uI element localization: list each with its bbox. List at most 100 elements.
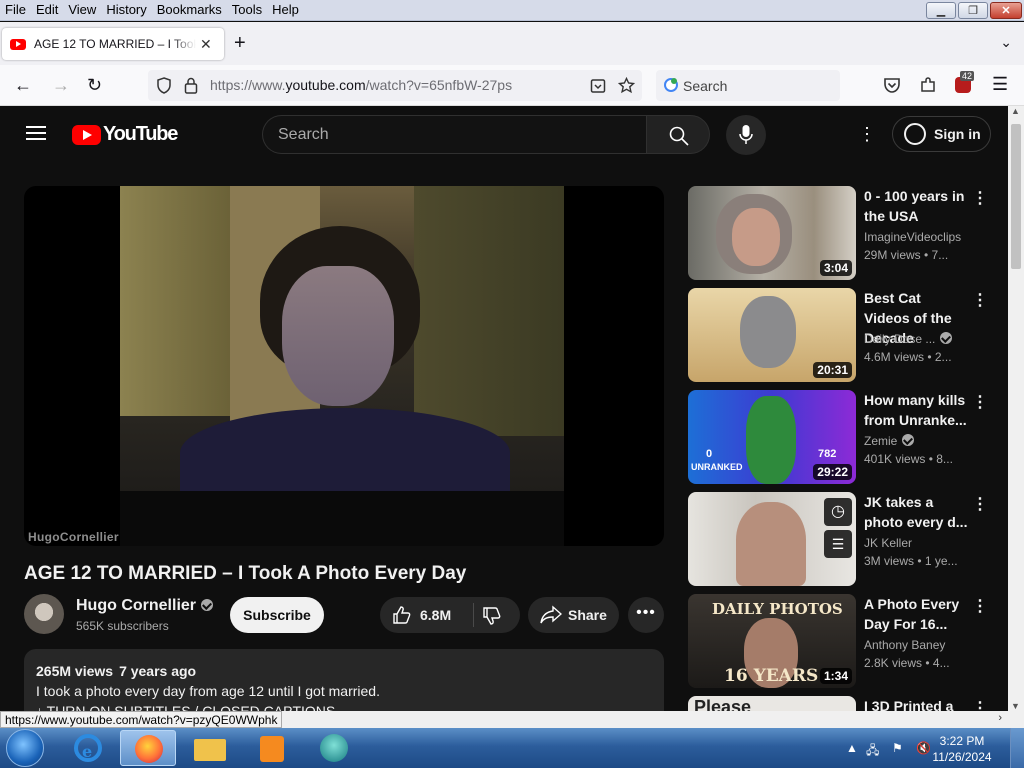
recommendation-item[interactable]: ◷ ☰ JK takes a photo every d... JK Kelle…: [688, 492, 993, 586]
video-thumbnail[interactable]: DAILY PHOTOS 16 YEARS 1:34: [688, 594, 856, 688]
video-thumbnail[interactable]: 3:04: [688, 186, 856, 280]
system-clock[interactable]: 3:22 PM 11/26/2024: [932, 733, 992, 765]
list-all-tabs-chevron-icon[interactable]: ⌄: [1000, 34, 1012, 51]
reader-view-icon[interactable]: [590, 78, 606, 94]
sign-in-button[interactable]: Sign in: [892, 116, 991, 152]
recommendation-item[interactable]: DAILY PHOTOS 16 YEARS 1:34 A Photo Every…: [688, 594, 993, 688]
minimize-button[interactable]: ▁: [926, 2, 956, 19]
recommendation-channel[interactable]: Anthony Baney: [864, 638, 945, 652]
video-thumbnail[interactable]: 0 UNRANKED 782 29:22: [688, 390, 856, 484]
firefox-window: File Edit View History Bookmarks Tools H…: [0, 0, 1024, 728]
scrollbar-thumb[interactable]: [1011, 124, 1021, 269]
reload-icon[interactable]: ↻: [87, 75, 102, 95]
menu-help[interactable]: Help: [267, 0, 304, 21]
recommendation-title[interactable]: I 3D Printed a: [864, 696, 968, 711]
youtube-search-button[interactable]: [646, 115, 710, 154]
tab-strip: AGE 12 TO MARRIED – I Took A Photo Every…: [0, 22, 1024, 65]
recommendation-title[interactable]: How many kills from Unranke...: [864, 390, 968, 430]
close-tab-icon[interactable]: ✕: [200, 36, 212, 53]
recommendation-item[interactable]: Please I 3D Printed a ⋮: [688, 696, 993, 711]
recommendation-kebab-icon[interactable]: ⋮: [972, 188, 988, 208]
close-window-button[interactable]: ✕: [990, 2, 1022, 19]
address-bar[interactable]: https://www.youtube.com/watch?v=65nfbW-2…: [148, 70, 642, 101]
like-count[interactable]: 6.8M: [420, 607, 451, 623]
recommendation-channel[interactable]: Zemie: [864, 434, 915, 448]
youtube-logo[interactable]: YouTube: [72, 123, 178, 146]
video-thumbnail[interactable]: Please: [688, 696, 856, 711]
maximize-button[interactable]: ❐: [958, 2, 988, 19]
recommendation-kebab-icon[interactable]: ⋮: [972, 494, 988, 514]
like-thumb-up-icon[interactable]: [392, 605, 412, 625]
back-arrow-icon[interactable]: ←: [14, 75, 32, 95]
show-desktop-button[interactable]: [1010, 728, 1024, 768]
recommendation-kebab-icon[interactable]: ⋮: [972, 698, 988, 711]
recommendation-kebab-icon[interactable]: ⋮: [972, 392, 988, 412]
search-bar-placeholder: Search: [683, 78, 728, 94]
add-to-queue-icon[interactable]: ☰: [824, 530, 852, 558]
horizontal-scrollbar[interactable]: ›: [280, 711, 1024, 728]
recommendation-item[interactable]: 20:31 Best Cat Videos of the Decade Dail…: [688, 288, 993, 382]
recommendation-channel[interactable]: Daily Dose ...: [864, 332, 953, 346]
bookmark-star-icon[interactable]: [618, 77, 635, 94]
recommendation-views: 401K views • 8...: [864, 452, 953, 466]
voice-search-button[interactable]: [726, 115, 766, 155]
menu-tools[interactable]: Tools: [227, 0, 267, 21]
menu-view[interactable]: View: [63, 0, 101, 21]
video-thumbnail[interactable]: ◷ ☰: [688, 492, 856, 586]
search-bar[interactable]: Search: [656, 70, 840, 101]
page-scrollbar[interactable]: ▲ ▼: [1008, 106, 1024, 711]
description-text: I took a photo every day from age 12 unt…: [36, 683, 380, 699]
app-taskbar-icon[interactable]: [306, 730, 362, 766]
recommendation-kebab-icon[interactable]: ⋮: [972, 290, 988, 310]
recommendation-item[interactable]: 0 UNRANKED 782 29:22 How many kills from…: [688, 390, 993, 484]
recommendation-channel[interactable]: JK Keller: [864, 536, 912, 550]
video-duration: 1:34: [819, 668, 852, 684]
app-menu-icon[interactable]: ☰: [992, 74, 1008, 94]
start-button[interactable]: [6, 729, 44, 767]
shield-icon[interactable]: [156, 77, 172, 94]
more-actions-icon[interactable]: •••: [628, 597, 664, 633]
extensions-puzzle-icon[interactable]: [919, 76, 937, 94]
video-player[interactable]: HugoCornellier: [24, 186, 664, 546]
show-hidden-icons-icon[interactable]: ▲: [846, 741, 858, 755]
firefox-taskbar-icon[interactable]: [120, 730, 176, 766]
channel-avatar[interactable]: [24, 594, 64, 634]
verified-badge-icon: [201, 599, 214, 611]
settings-kebab-icon[interactable]: ⋮: [858, 124, 876, 145]
file-explorer-taskbar-icon[interactable]: [182, 730, 238, 766]
recommendation-kebab-icon[interactable]: ⋮: [972, 596, 988, 616]
action-center-flag-icon[interactable]: ⚑: [892, 741, 903, 755]
menu-edit[interactable]: Edit: [31, 0, 63, 21]
video-watermark: HugoCornellier: [28, 530, 119, 544]
navigation-toolbar: ← → ↻ https://www.youtube.com/watch?v=65…: [0, 65, 1024, 106]
subscribe-button[interactable]: Subscribe: [230, 597, 324, 633]
pocket-icon[interactable]: [883, 77, 901, 94]
menu-history[interactable]: History: [101, 0, 151, 21]
recommendation-title[interactable]: 0 - 100 years in the USA: [864, 186, 968, 226]
description-box[interactable]: 265M views 7 years ago I took a photo eve…: [24, 649, 664, 711]
volume-muted-icon[interactable]: 🔇: [916, 741, 931, 755]
menu-file[interactable]: File: [0, 0, 31, 21]
video-thumbnail[interactable]: 20:31: [688, 288, 856, 382]
watch-later-clock-icon[interactable]: ◷: [824, 498, 852, 526]
menu-bar: File Edit View History Bookmarks Tools H…: [0, 0, 1024, 21]
recommendation-item[interactable]: 3:04 0 - 100 years in the USA ImagineVid…: [688, 186, 993, 280]
share-button[interactable]: Share: [528, 597, 619, 633]
recommendation-title[interactable]: JK takes a photo every d...: [864, 492, 968, 532]
channel-name[interactable]: Hugo Cornellier: [76, 597, 214, 615]
tab-active[interactable]: AGE 12 TO MARRIED – I Took A Photo Every…: [2, 28, 224, 60]
network-tray-icon[interactable]: 🖧: [866, 741, 879, 762]
media-player-taskbar-icon[interactable]: [244, 730, 300, 766]
guide-menu-icon[interactable]: [26, 126, 46, 140]
lock-icon[interactable]: [184, 77, 198, 94]
new-tab-icon[interactable]: +: [234, 32, 246, 55]
recommendation-channel[interactable]: ImagineVideoclips: [864, 230, 961, 244]
recommendation-title[interactable]: A Photo Every Day For 16...: [864, 594, 968, 634]
youtube-search-input[interactable]: Search: [262, 115, 646, 154]
search-icon: [669, 126, 689, 146]
forward-arrow-icon[interactable]: →: [52, 75, 70, 95]
account-icon: [904, 123, 926, 145]
menu-bookmarks[interactable]: Bookmarks: [152, 0, 227, 21]
internet-explorer-taskbar-icon[interactable]: e: [60, 730, 116, 766]
dislike-thumb-down-icon[interactable]: [482, 606, 502, 626]
